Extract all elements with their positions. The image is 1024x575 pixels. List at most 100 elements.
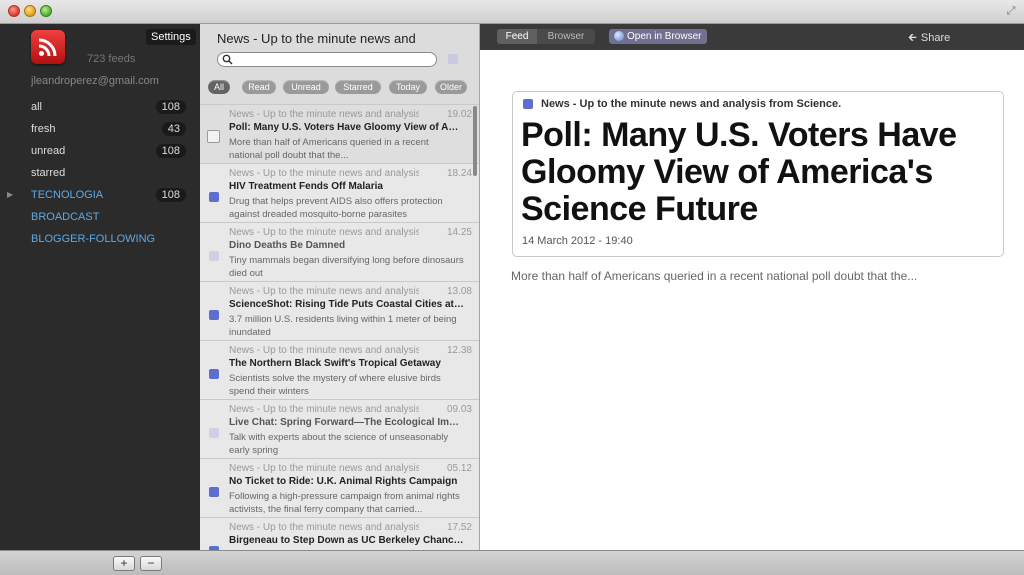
- sidebar-item-label: BLOGGER-FOLLOWING: [31, 233, 156, 245]
- item-time: 18.24: [446, 168, 472, 179]
- item-summary: Drug that helps prevent AIDS also offers…: [229, 196, 443, 220]
- feeds-count: 723 feeds: [87, 53, 136, 65]
- item-summary: 3.7 million U.S. residents living within…: [229, 314, 457, 338]
- article-body: More than half of Americans queried in a…: [511, 269, 918, 283]
- search-icon: [222, 54, 233, 65]
- feed-icon: [209, 369, 219, 379]
- list-item[interactable]: News - Up to the minute news and analysi…: [200, 517, 479, 550]
- filter-unread[interactable]: Unread: [283, 80, 329, 94]
- feed-icon: [209, 487, 219, 497]
- sidebar-item-fresh[interactable]: fresh 43: [0, 118, 200, 140]
- sidebar-item-unread[interactable]: unread 108: [0, 140, 200, 162]
- minimize-window-button[interactable]: [24, 5, 36, 17]
- sidebar-item-label: BROADCAST: [31, 211, 100, 223]
- item-time: 17.52: [446, 522, 472, 533]
- sidebar-item-all[interactable]: all 108: [0, 96, 200, 118]
- account-email: jleandroperez@gmail.com: [31, 75, 159, 87]
- feed-icon: [209, 428, 219, 438]
- article-date: 14 March 2012 - 19:40: [522, 235, 633, 247]
- sidebar-item-label: unread: [31, 145, 66, 157]
- search-input[interactable]: [217, 52, 437, 67]
- article-header-card: News - Up to the minute news and analysi…: [512, 91, 1004, 257]
- tab-feed[interactable]: Feed: [497, 29, 537, 44]
- item-title: Live Chat: Spring Forward—The Ecological…: [229, 417, 464, 428]
- app-logo: [31, 30, 65, 64]
- item-source: News - Up to the minute news and analysi…: [229, 227, 419, 238]
- list-header: News - Up to the minute news and All Read…: [200, 24, 479, 104]
- bottom-bar: + −: [0, 550, 1024, 575]
- rss-icon: [38, 38, 57, 57]
- add-feed-button[interactable]: +: [113, 556, 135, 571]
- item-title: Poll: Many U.S. Voters Have Gloomy View …: [229, 122, 464, 133]
- item-source: News - Up to the minute news and analysi…: [229, 404, 419, 415]
- tab-browser[interactable]: Browser: [537, 29, 595, 44]
- unread-count-badge: 108: [155, 188, 186, 202]
- share-label: Share: [920, 32, 951, 44]
- item-time: 09.03: [446, 404, 472, 415]
- sidebar-item-tecnologia[interactable]: ▶ TECNOLOGIA 108: [0, 184, 200, 206]
- sidebar-item-starred[interactable]: starred: [0, 162, 200, 184]
- sidebar-item-label: fresh: [31, 123, 56, 135]
- feed-rss-icon[interactable]: [448, 54, 458, 64]
- article-headline[interactable]: Poll: Many U.S. Voters Have Gloomy View …: [521, 117, 991, 228]
- globe-icon: [614, 31, 624, 41]
- open-in-browser-button[interactable]: Open in Browser: [609, 29, 708, 44]
- item-title: Dino Deaths Be Damned: [229, 240, 346, 251]
- item-title: HIV Treatment Fends Off Malaria: [229, 181, 383, 192]
- share-arrow-icon: 🡰: [908, 32, 917, 44]
- reader-toolbar: Feed Browser Open in Browser 🡰 Share: [480, 24, 1024, 50]
- article-list-pane: News - Up to the minute news and All Read…: [200, 24, 480, 550]
- article-list: News - Up to the minute news and analysi…: [200, 104, 479, 550]
- item-time: 12.38: [446, 345, 472, 356]
- list-scrollbar[interactable]: [473, 106, 477, 176]
- sidebar-item-blogger-following[interactable]: BLOGGER-FOLLOWING: [0, 228, 200, 250]
- item-time: 14.25: [446, 227, 472, 238]
- item-title: No Ticket to Ride: U.K. Animal Rights Ca…: [229, 476, 458, 487]
- settings-button[interactable]: Settings: [146, 29, 196, 45]
- item-source: News - Up to the minute news and analysi…: [229, 168, 419, 179]
- item-time: 13.08: [446, 286, 472, 297]
- feed-title: News - Up to the minute news and: [217, 31, 416, 46]
- article-feed-name: News - Up to the minute news and analysi…: [541, 98, 842, 110]
- sidebar: Settings 723 feeds jleandroperez@gmail.c…: [0, 24, 200, 550]
- window-titlebar: ⤢: [0, 0, 1024, 24]
- item-summary: Tiny mammals began diversifying long bef…: [229, 255, 464, 279]
- list-item[interactable]: News - Up to the minute news and analysi…: [200, 163, 479, 222]
- list-item[interactable]: News - Up to the minute news and analysi…: [200, 399, 479, 458]
- sidebar-nav: all 108 fresh 43 unread 108 starred ▶ TECNOLOGIA…: [0, 96, 200, 250]
- item-source: News - Up to the minute news and analysi…: [229, 522, 419, 533]
- list-item[interactable]: News - Up to the minute news and analysi…: [200, 458, 479, 517]
- list-item[interactable]: News - Up to the minute news and analysi…: [200, 340, 479, 399]
- sidebar-item-label: all: [31, 101, 43, 113]
- feed-icon: [207, 130, 220, 143]
- share-button[interactable]: 🡰 Share: [908, 29, 950, 48]
- unread-count-badge: 108: [155, 100, 186, 114]
- sidebar-item-label: starred: [31, 167, 66, 179]
- unread-count-badge: 108: [155, 144, 186, 158]
- item-source: News - Up to the minute news and analysi…: [229, 345, 419, 356]
- zoom-window-button[interactable]: [40, 5, 52, 17]
- filter-older[interactable]: Older: [435, 80, 467, 94]
- feed-icon: [523, 99, 533, 109]
- filter-all[interactable]: All: [208, 80, 230, 94]
- list-item[interactable]: News - Up to the minute news and analysi…: [200, 222, 479, 281]
- fullscreen-icon[interactable]: ⤢: [1004, 4, 1018, 18]
- item-title: The Northern Black Swift's Tropical Geta…: [229, 358, 441, 369]
- remove-feed-button[interactable]: −: [140, 556, 162, 571]
- unread-count-badge: 43: [161, 122, 186, 136]
- list-item[interactable]: News - Up to the minute news and analysi…: [200, 104, 479, 163]
- close-window-button[interactable]: [8, 5, 20, 17]
- filter-read[interactable]: Read: [242, 80, 276, 94]
- filter-today[interactable]: Today: [389, 80, 427, 94]
- list-item[interactable]: News - Up to the minute news and analysi…: [200, 281, 479, 340]
- item-title: Birgeneau to Step Down as UC Berkeley Ch…: [229, 535, 464, 546]
- filter-starred[interactable]: Starred: [335, 80, 381, 94]
- item-summary: Following a high-pressure campaign from …: [229, 491, 460, 515]
- sidebar-item-broadcast[interactable]: BROADCAST: [0, 206, 200, 228]
- disclosure-triangle-icon[interactable]: ▶: [7, 184, 13, 206]
- feed-icon: [209, 251, 219, 261]
- item-summary: More than half of Americans queried in a…: [229, 137, 429, 161]
- item-source: News - Up to the minute news and analysi…: [229, 109, 419, 120]
- open-in-browser-label: Open in Browser: [627, 31, 702, 42]
- item-source: News - Up to the minute news and analysi…: [229, 463, 419, 474]
